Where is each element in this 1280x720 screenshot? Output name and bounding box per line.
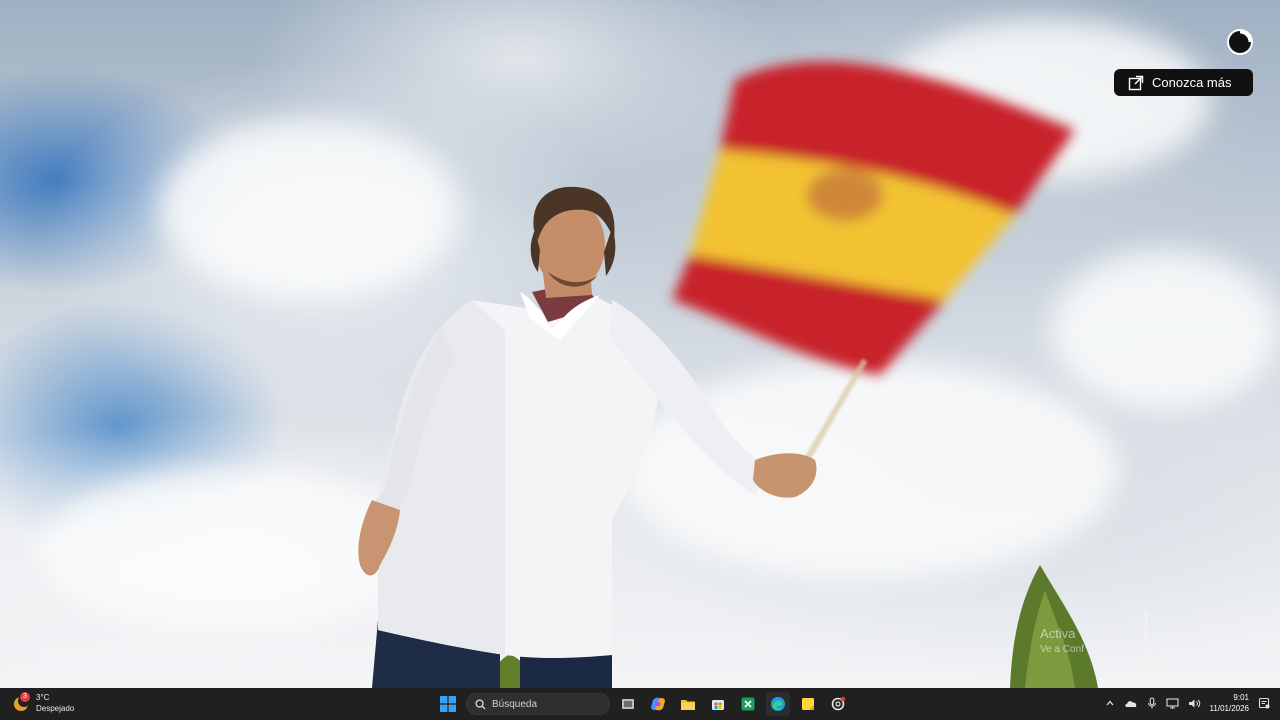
volume-icon[interactable] — [1188, 698, 1201, 709]
video-player[interactable]: Activa Ve a Conf Conozca más — [0, 0, 1280, 688]
chevron-up-icon[interactable] — [1105, 698, 1115, 708]
spreadsheet-button[interactable] — [736, 692, 760, 716]
spreadsheet-icon — [741, 697, 755, 711]
activation-watermark: Activa Ve a Conf — [1040, 626, 1084, 658]
microphone-icon[interactable] — [1147, 697, 1157, 709]
spanish-flag — [672, 61, 1075, 375]
video-frame — [358, 61, 1147, 688]
taskbar-search[interactable]: Búsqueda — [466, 693, 610, 715]
task-view-icon — [622, 699, 634, 709]
edge-icon — [771, 697, 785, 711]
windows-icon — [440, 696, 456, 712]
clock-date: 11/01/2026 — [1209, 704, 1249, 713]
weather-widget[interactable]: 3 3°C Despejado — [12, 692, 74, 714]
onedrive-icon[interactable] — [1124, 698, 1138, 708]
weather-condition: Despejado — [36, 704, 75, 713]
chatgpt-icon — [831, 696, 846, 711]
network-icon[interactable] — [1165, 697, 1179, 709]
watermark-line2: Ve a Conf — [1040, 644, 1084, 655]
sticky-notes-icon — [802, 698, 814, 710]
clock-time: 9:01 — [1233, 693, 1249, 702]
search-placeholder: Búsqueda — [492, 698, 538, 710]
system-tray: 9:01 11/01/2026 — [1105, 692, 1270, 714]
notification-icon[interactable] — [1258, 697, 1270, 709]
weather-badge: 3 — [20, 692, 30, 702]
folder-icon — [681, 700, 695, 710]
chatgpt-button[interactable] — [826, 692, 850, 716]
external-link-icon — [1128, 75, 1144, 91]
store-button[interactable] — [706, 692, 730, 716]
taskbar-center: Búsqueda — [436, 692, 850, 716]
sticky-notes-button[interactable] — [796, 692, 820, 716]
start-button[interactable] — [436, 692, 460, 716]
copilot-button[interactable] — [646, 692, 670, 716]
search-icon — [475, 698, 486, 710]
edge-button[interactable] — [766, 692, 790, 716]
watermark-line1: Activa — [1040, 626, 1076, 641]
task-view-button[interactable] — [616, 692, 640, 716]
loading-spinner-icon — [1227, 29, 1253, 55]
copilot-icon — [651, 697, 665, 711]
taskbar: 3 3°C Despejado Búsqueda 9:01 11/01/2026 — [0, 688, 1280, 720]
weather-temp: 3°C — [36, 693, 50, 702]
file-explorer-button[interactable] — [676, 692, 700, 716]
weather-moon-icon: 3 — [12, 692, 30, 712]
store-icon — [712, 700, 724, 710]
learn-more-label: Conozca más — [1152, 75, 1232, 90]
learn-more-button[interactable]: Conozca más — [1114, 69, 1253, 96]
clock[interactable]: 9:01 11/01/2026 — [1210, 692, 1249, 714]
